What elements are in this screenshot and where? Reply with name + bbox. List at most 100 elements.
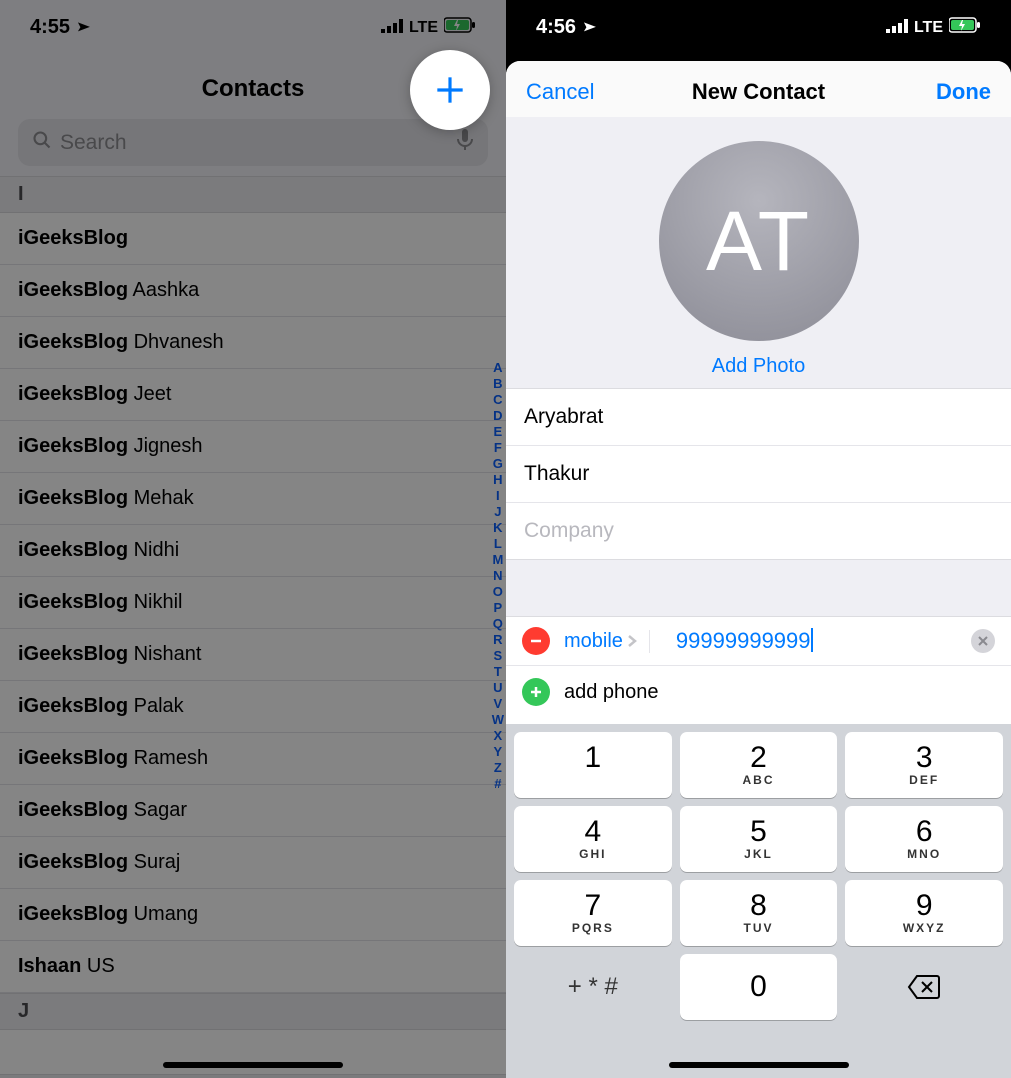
- phone-number-field[interactable]: 99999999999: [664, 628, 957, 654]
- contact-row[interactable]: Ishaan US: [0, 941, 506, 993]
- index-letter[interactable]: G: [493, 456, 503, 472]
- company-field[interactable]: Company: [506, 503, 1011, 559]
- keypad-key-4[interactable]: 4GHI: [514, 806, 672, 872]
- index-letter[interactable]: M: [492, 552, 503, 568]
- avatar-initials: AT: [706, 193, 811, 290]
- keypad-key-1[interactable]: 1: [514, 732, 672, 798]
- index-letter[interactable]: #: [494, 776, 501, 792]
- contact-row[interactable]: iGeeksBlog Dhvanesh: [0, 317, 506, 369]
- index-letter[interactable]: J: [494, 504, 501, 520]
- status-time: 4:55: [30, 16, 70, 39]
- index-letter[interactable]: P: [494, 600, 503, 616]
- index-letter[interactable]: N: [493, 568, 502, 584]
- index-letter[interactable]: W: [492, 712, 504, 728]
- contact-row[interactable]: iGeeksBlog Nikhil: [0, 577, 506, 629]
- chevron-right-icon: [627, 634, 637, 648]
- index-letter[interactable]: A: [493, 360, 502, 376]
- x-icon: [977, 635, 989, 647]
- contact-row[interactable]: iGeeksBlog Suraj: [0, 837, 506, 889]
- phone-type-selector[interactable]: mobile: [564, 630, 650, 653]
- index-letter[interactable]: R: [493, 632, 502, 648]
- contact-row[interactable]: iGeeksBlog Sagar: [0, 785, 506, 837]
- contact-row[interactable]: iGeeksBlog Jeet: [0, 369, 506, 421]
- contact-row[interactable]: iGeeksBlog Mehak: [0, 473, 506, 525]
- index-letter[interactable]: H: [493, 472, 502, 488]
- index-letter[interactable]: S: [494, 648, 503, 664]
- keypad-key-7[interactable]: 7PQRS: [514, 880, 672, 946]
- index-letter[interactable]: C: [493, 392, 502, 408]
- last-name-field[interactable]: Thakur: [506, 446, 1011, 503]
- keypad-key-2[interactable]: 2ABC: [680, 732, 838, 798]
- numeric-keypad: 1 2ABC3DEF 4GHI5JKL6MNO 7PQRS8TUV9WXYZ + * …: [506, 724, 1011, 1078]
- section-index[interactable]: ABCDEFGHIJKLMNOPQRSTUVWXYZ#: [492, 360, 504, 792]
- remove-phone-button[interactable]: [522, 627, 550, 655]
- section-gap: [506, 560, 1011, 616]
- contact-row[interactable]: iGeeksBlog Umang: [0, 889, 506, 941]
- index-letter[interactable]: X: [494, 728, 503, 744]
- new-contact-screen: 4:56 LTE Cancel New Contact Done AT: [506, 0, 1011, 1078]
- network-label: LTE: [409, 19, 438, 37]
- index-letter[interactable]: Z: [494, 760, 502, 776]
- first-name-field[interactable]: Aryabrat: [506, 389, 1011, 446]
- modal-nav: Cancel New Contact Done: [506, 61, 1011, 117]
- keypad-key-3[interactable]: 3DEF: [845, 732, 1003, 798]
- search-input[interactable]: Search: [18, 119, 488, 166]
- mic-icon[interactable]: [456, 129, 474, 156]
- keypad-key-8[interactable]: 8TUV: [680, 880, 838, 946]
- network-label: LTE: [914, 19, 943, 37]
- home-indicator[interactable]: [163, 1062, 343, 1068]
- battery-icon: [444, 16, 476, 39]
- add-phone-button[interactable]: [522, 678, 550, 706]
- index-letter[interactable]: Q: [493, 616, 503, 632]
- status-bar: 4:56 LTE: [506, 0, 1011, 55]
- avatar-section: AT Add Photo: [506, 117, 1011, 388]
- location-icon: [574, 14, 600, 40]
- phone-entry-row[interactable]: mobile 99999999999: [506, 616, 1011, 666]
- contact-row[interactable]: iGeeksBlog Aashka: [0, 265, 506, 317]
- index-letter[interactable]: B: [493, 376, 502, 392]
- keypad-key-9[interactable]: 9WXYZ: [845, 880, 1003, 946]
- contact-row[interactable]: iGeeksBlog Jignesh: [0, 421, 506, 473]
- index-letter[interactable]: T: [494, 664, 502, 680]
- index-letter[interactable]: I: [496, 488, 500, 504]
- keypad-backspace[interactable]: [845, 954, 1003, 1020]
- signal-icon: [886, 16, 908, 39]
- index-letter[interactable]: U: [493, 680, 502, 696]
- home-indicator[interactable]: [669, 1062, 849, 1068]
- contacts-list[interactable]: IiGeeksBlogiGeeksBlog AashkaiGeeksBlog D…: [0, 176, 506, 1078]
- index-letter[interactable]: F: [494, 440, 502, 456]
- modal-sheet: Cancel New Contact Done AT Add Photo Ary…: [506, 61, 1011, 1078]
- keypad-key-0[interactable]: 0: [680, 954, 838, 1020]
- signal-icon: [381, 16, 403, 39]
- add-contact-button[interactable]: [410, 50, 490, 130]
- contact-row[interactable]: iGeeksBlog Nidhi: [0, 525, 506, 577]
- name-fields: Aryabrat Thakur Company: [506, 388, 1011, 560]
- index-letter[interactable]: K: [493, 520, 502, 536]
- cancel-button[interactable]: Cancel: [526, 79, 594, 105]
- phone-type-label: mobile: [564, 630, 623, 653]
- index-letter[interactable]: E: [494, 424, 503, 440]
- index-letter[interactable]: Y: [494, 744, 503, 760]
- index-letter[interactable]: O: [493, 584, 503, 600]
- done-button[interactable]: Done: [936, 79, 991, 105]
- avatar[interactable]: AT: [659, 141, 859, 341]
- keypad-key-6[interactable]: 6MNO: [845, 806, 1003, 872]
- clear-phone-button[interactable]: [971, 629, 995, 653]
- section-header: J: [0, 993, 506, 1030]
- keypad-symbols[interactable]: + * #: [514, 954, 672, 1020]
- contact-row[interactable]: iGeeksBlog Palak: [0, 681, 506, 733]
- index-letter[interactable]: L: [494, 536, 502, 552]
- location-icon: [68, 14, 94, 40]
- contact-row[interactable]: iGeeksBlog: [0, 213, 506, 265]
- battery-icon: [949, 16, 981, 39]
- minus-icon: [529, 634, 543, 648]
- add-photo-button[interactable]: Add Photo: [506, 355, 1011, 378]
- index-letter[interactable]: V: [494, 696, 503, 712]
- add-phone-row[interactable]: add phone: [506, 666, 1011, 725]
- keypad-key-5[interactable]: 5JKL: [680, 806, 838, 872]
- contacts-screen: 4:55 LTE Contacts Search IiGeek: [0, 0, 506, 1078]
- contact-row[interactable]: iGeeksBlog Ramesh: [0, 733, 506, 785]
- plus-icon: [431, 71, 469, 109]
- index-letter[interactable]: D: [493, 408, 502, 424]
- contact-row[interactable]: iGeeksBlog Nishant: [0, 629, 506, 681]
